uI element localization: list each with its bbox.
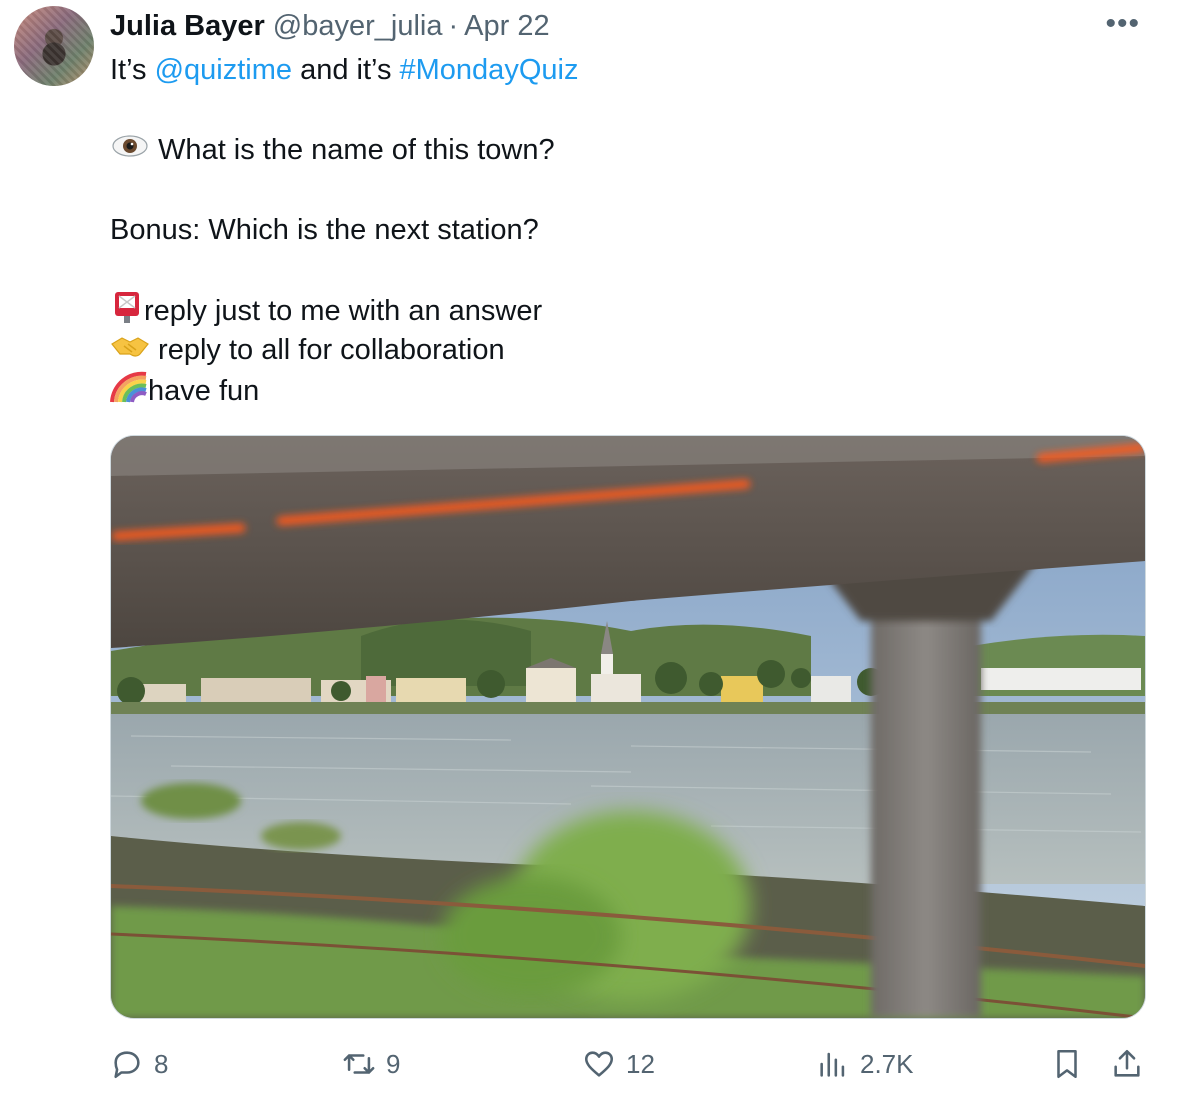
reply-count: 8 — [154, 1048, 169, 1079]
repost-count: 9 — [386, 1048, 401, 1079]
eye-icon — [110, 131, 150, 171]
user-handle[interactable]: @bayer_julia — [273, 10, 443, 43]
intro-text: It’s — [110, 54, 155, 86]
intro-line: It’s @quiztime and it’s #MondayQuiz — [110, 50, 1140, 90]
reply-all-line: reply to all for collaboration — [110, 330, 1140, 370]
mention-link[interactable]: @quiztime — [155, 54, 292, 86]
reply-icon — [114, 1051, 140, 1079]
views-count: 2.7K — [860, 1048, 914, 1079]
reply-private-line: reply just to me with an answer — [110, 290, 1140, 330]
separator-dot: · — [448, 9, 459, 42]
analytics-icon — [820, 1052, 845, 1077]
tweet-header: Julia Bayer @bayer_julia · Apr 22 — [110, 8, 550, 44]
bookmark-button[interactable] — [1050, 1040, 1094, 1088]
display-name[interactable]: Julia Bayer — [110, 10, 265, 43]
intro-text-middle: and it’s — [292, 54, 400, 86]
share-icon — [1114, 1049, 1140, 1077]
hashtag-link[interactable]: #MondayQuiz — [400, 54, 579, 86]
have-fun-line: have fun — [110, 370, 1140, 410]
tweet-text: It’s @quiztime and it’s #MondayQuiz What… — [110, 50, 1140, 410]
photo-scene — [111, 436, 1145, 1018]
repost-button[interactable]: 9 — [342, 1040, 400, 1088]
like-button[interactable]: 12 — [582, 1040, 655, 1088]
tweet-date[interactable]: Apr 22 — [464, 10, 549, 43]
have-fun-text: have fun — [148, 375, 260, 408]
tweet-actions: 8 9 12 2.7K — [110, 1040, 1144, 1088]
more-options-icon[interactable]: ••• — [1105, 9, 1140, 39]
bookmark-icon — [1057, 1049, 1077, 1079]
avatar[interactable] — [14, 6, 94, 86]
like-count: 12 — [626, 1048, 655, 1079]
tweet: Julia Bayer @bayer_julia · Apr 22 ••• It… — [0, 0, 1180, 1108]
share-button[interactable] — [1110, 1040, 1154, 1088]
views-button[interactable]: 2.7K — [816, 1040, 914, 1088]
tweet-photo[interactable] — [110, 435, 1146, 1019]
reply-all-text: reply to all for collaboration — [150, 334, 505, 366]
heart-icon — [584, 1051, 614, 1077]
question-text: What is the name of this town? — [158, 134, 555, 166]
repost-icon — [343, 1054, 375, 1074]
reply-button[interactable]: 8 — [110, 1040, 168, 1088]
handshake-icon — [110, 331, 150, 371]
rainbow-icon — [110, 370, 148, 415]
reply-private-text: reply just to me with an answer — [144, 295, 543, 328]
bonus-line: Bonus: Which is the next station? — [110, 214, 539, 246]
question-line: What is the name of this town? — [110, 130, 1140, 170]
postbox-icon — [110, 290, 144, 335]
